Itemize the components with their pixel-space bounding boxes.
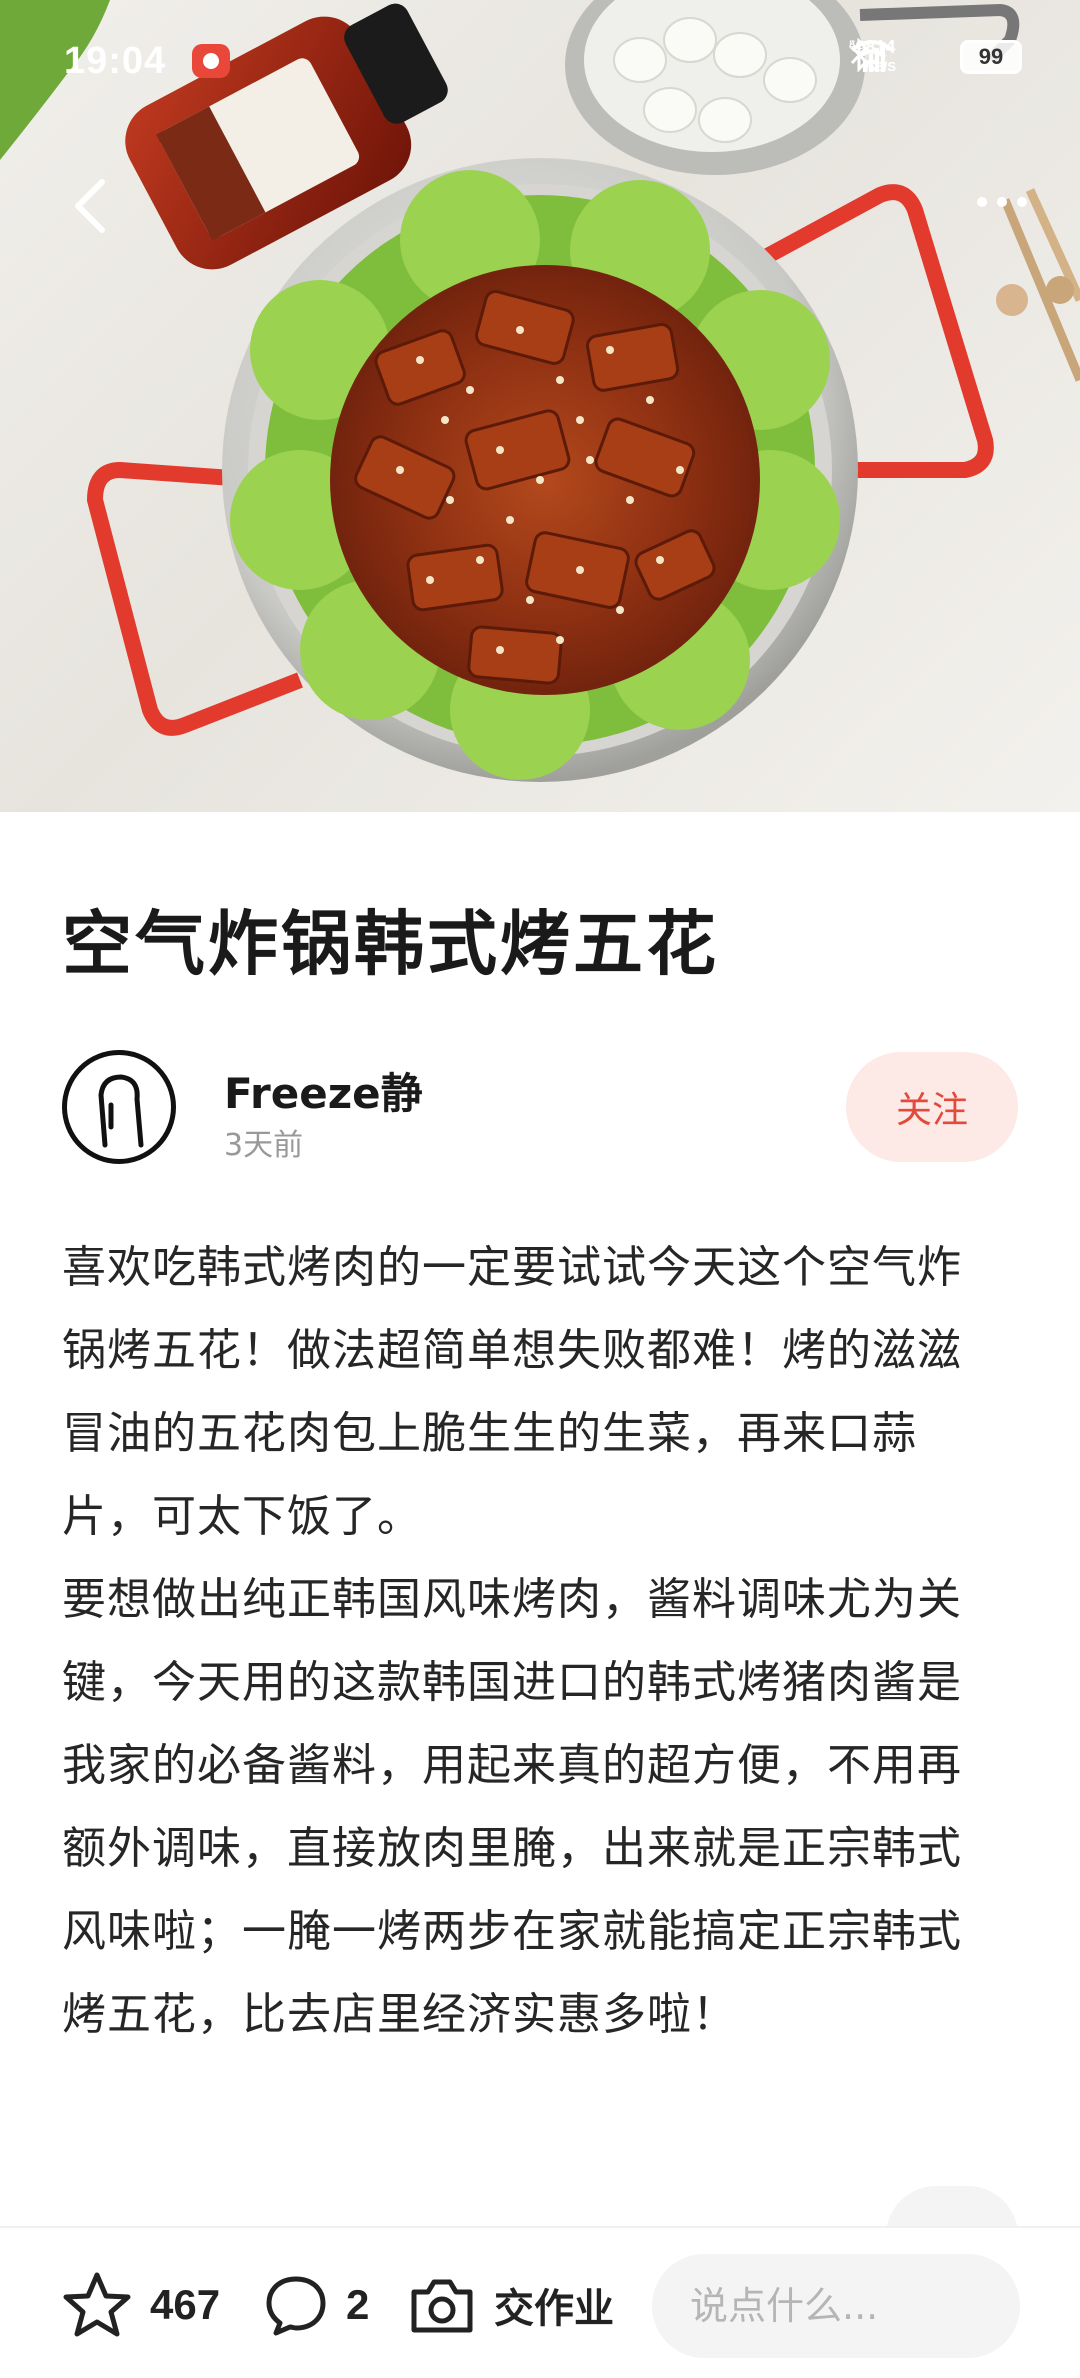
comment-bubble-icon bbox=[266, 2276, 326, 2336]
battery-indicator: 99 bbox=[960, 40, 1022, 74]
post-time: 3天前 bbox=[224, 1128, 304, 1163]
recipe-cover-photo[interactable]: 19:04 814 KB/S 5G 4G 99 bbox=[0, 0, 1080, 812]
status-bar: 19:04 814 KB/S 5G 4G 99 bbox=[0, 0, 1080, 120]
like-button[interactable]: 467 bbox=[62, 2270, 220, 2340]
star-icon bbox=[63, 2272, 131, 2337]
signal2-label: 4G bbox=[849, 38, 865, 52]
status-time: 19:04 bbox=[64, 40, 167, 82]
comment-input[interactable] bbox=[652, 2254, 1020, 2358]
follow-button[interactable]: 关注 bbox=[846, 1052, 1018, 1162]
more-dots-icon bbox=[977, 197, 1027, 207]
comment-button[interactable]: 2 bbox=[264, 2270, 369, 2340]
back-arrow-icon bbox=[75, 179, 105, 233]
author-row: Freeze静 3天前 关注 bbox=[62, 1050, 1018, 1168]
like-count: 467 bbox=[150, 2281, 221, 2328]
camera-icon bbox=[411, 2279, 473, 2333]
recipe-description: 喜欢吃韩式烤肉的一定要试试今天这个空气炸锅烤五花！做法超简单想失败都难！烤的滋滋… bbox=[62, 1226, 1002, 2056]
description-paragraph: 要想做出纯正韩国风味烤肉，酱料调味尤为关键，今天用的这款韩国进口的韩式烤猪肉酱是… bbox=[62, 1574, 962, 2040]
author-name[interactable]: Freeze静 bbox=[224, 1060, 423, 1121]
avatar-drawing-icon bbox=[98, 1074, 144, 1148]
recipe-title: 空气炸锅韩式烤五花 bbox=[62, 903, 719, 985]
homework-label: 交作业 bbox=[494, 2286, 614, 2332]
description-paragraph: 喜欢吃韩式烤肉的一定要试试今天这个空气炸锅烤五花！做法超简单想失败都难！烤的滋滋… bbox=[62, 1242, 962, 1542]
app-notification-icon bbox=[192, 44, 230, 78]
back-button[interactable] bbox=[68, 178, 112, 234]
submit-homework-button[interactable]: 交作业 bbox=[408, 2270, 614, 2340]
author-avatar[interactable] bbox=[62, 1050, 176, 1164]
food-illustration bbox=[0, 0, 1080, 782]
comment-count: 2 bbox=[346, 2281, 370, 2328]
more-button[interactable] bbox=[972, 190, 1032, 214]
bottom-action-bar: 467 2 交作业 bbox=[0, 2226, 1080, 2378]
